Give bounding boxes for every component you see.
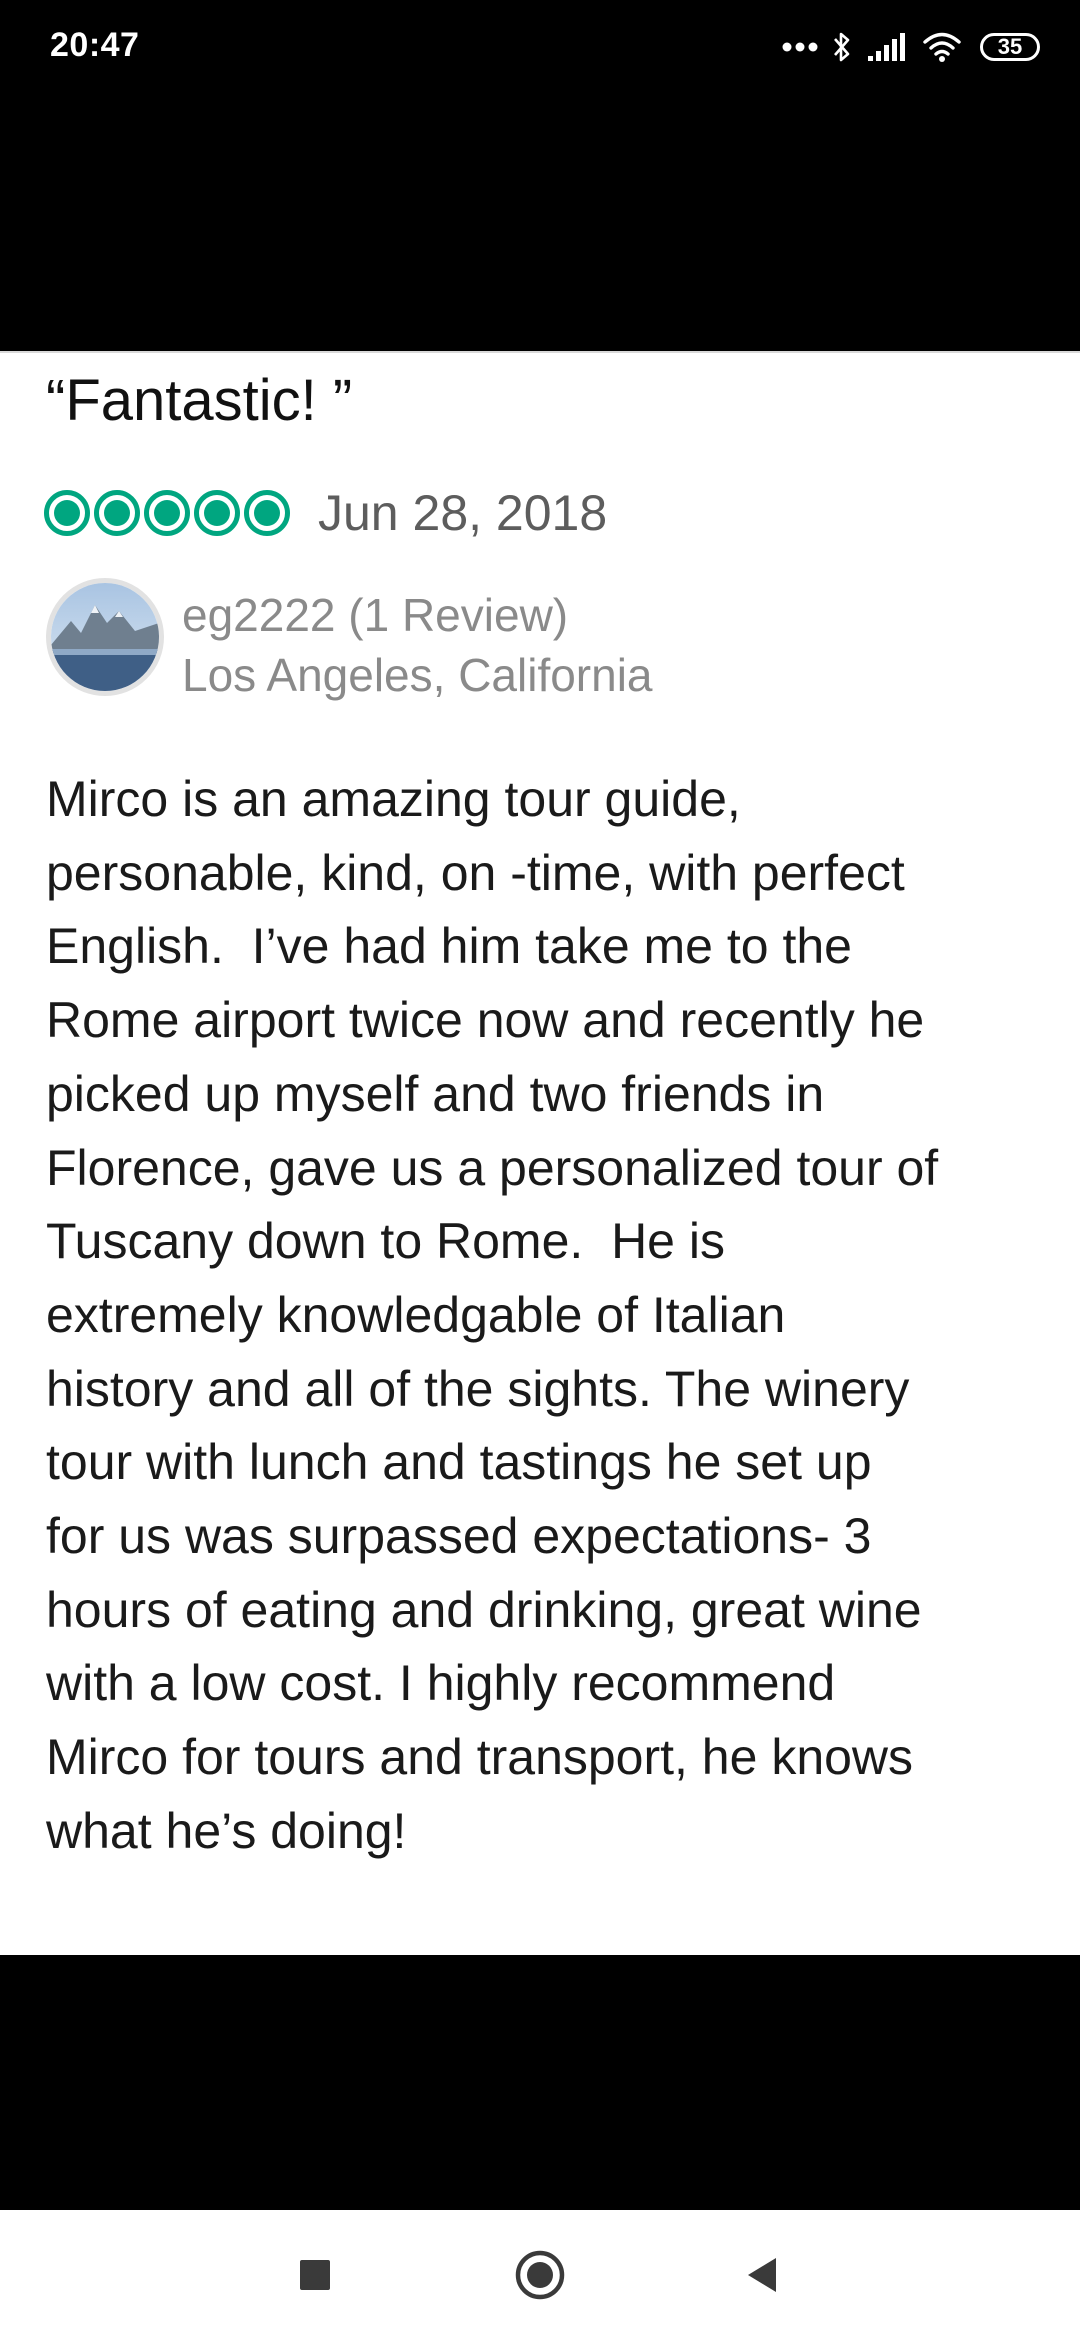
bottom-letterbox [0, 1955, 1080, 2210]
rating-bubble-icon [44, 490, 90, 536]
back-icon [748, 2258, 776, 2292]
home-icon [515, 2250, 565, 2300]
review-body-line: Rome airport twice now and recently he [46, 992, 925, 1049]
recent-apps-button[interactable] [275, 2235, 355, 2315]
rating-bubble-icon [244, 490, 290, 536]
reviewer-location: Los Angeles, California [182, 648, 653, 701]
reviewer-text: eg2222 (1 Review) Los Angeles, Californi… [182, 586, 653, 706]
review-body-line: hours of eating and drinking, great wine [46, 1581, 922, 1638]
signal-icon [866, 32, 908, 62]
recent-apps-icon [300, 2260, 330, 2290]
rating-bubble-icon [194, 490, 240, 536]
rating-bubble-icon [94, 490, 140, 536]
review-body-line: Tuscany down to Rome. He is [46, 1213, 725, 1270]
reviewer-info: eg2222 (1 Review) Los Angeles, Californi… [46, 578, 653, 706]
review-date: Jun 28, 2018 [318, 485, 608, 541]
review-body-line: Florence, gave us a personalized tour of [46, 1139, 939, 1196]
review-body-line: picked up myself and two friends in [46, 1065, 825, 1122]
review-body-line: for us was surpassed expectations- 3 [46, 1508, 872, 1565]
bluetooth-icon [832, 30, 852, 64]
back-button[interactable] [722, 2235, 802, 2315]
review-body: Mirco is an amazing tour guide, personab… [46, 763, 1046, 1869]
top-letterbox: 20:47 35 [0, 0, 1080, 351]
review-title[interactable]: “Fantastic! ” [46, 367, 352, 434]
review-body-line: what he’s doing! [46, 1802, 407, 1859]
review-body-line: personable, kind, on -time, with perfect [46, 844, 905, 901]
status-time: 20:47 [50, 26, 140, 64]
wifi-icon [922, 31, 962, 63]
review-body-line: history and all of the sights. The winer… [46, 1360, 910, 1417]
review-body-line: Mirco is an amazing tour guide, [46, 771, 741, 827]
status-icons: 35 [782, 24, 1040, 70]
rating-bubbles [44, 490, 290, 536]
battery-icon: 35 [980, 33, 1040, 61]
rating-bubble-icon [144, 490, 190, 536]
screen: 20:47 35 “Fantastic! ” Jun 28, 2018 eg22… [0, 0, 1080, 2340]
review-body-line: English. I’ve had him take me to the [46, 918, 852, 975]
review-body-line: tour with lunch and tastings he set up [46, 1434, 872, 1491]
reviewer-name[interactable]: eg2222 (1 Review) [182, 586, 653, 646]
more-dots-icon [782, 41, 818, 53]
home-button[interactable] [500, 2235, 580, 2315]
rating-row: Jun 28, 2018 [44, 483, 607, 543]
divider [0, 351, 1080, 353]
avatar[interactable] [46, 578, 164, 696]
review-body-line: Mirco for tours and transport, he knows [46, 1729, 914, 1786]
review-body-line: extremely knowledgable of Italian [46, 1286, 786, 1343]
review-body-line: with a low cost. I highly recommend [46, 1655, 836, 1712]
navigation-bar [0, 2210, 1080, 2340]
